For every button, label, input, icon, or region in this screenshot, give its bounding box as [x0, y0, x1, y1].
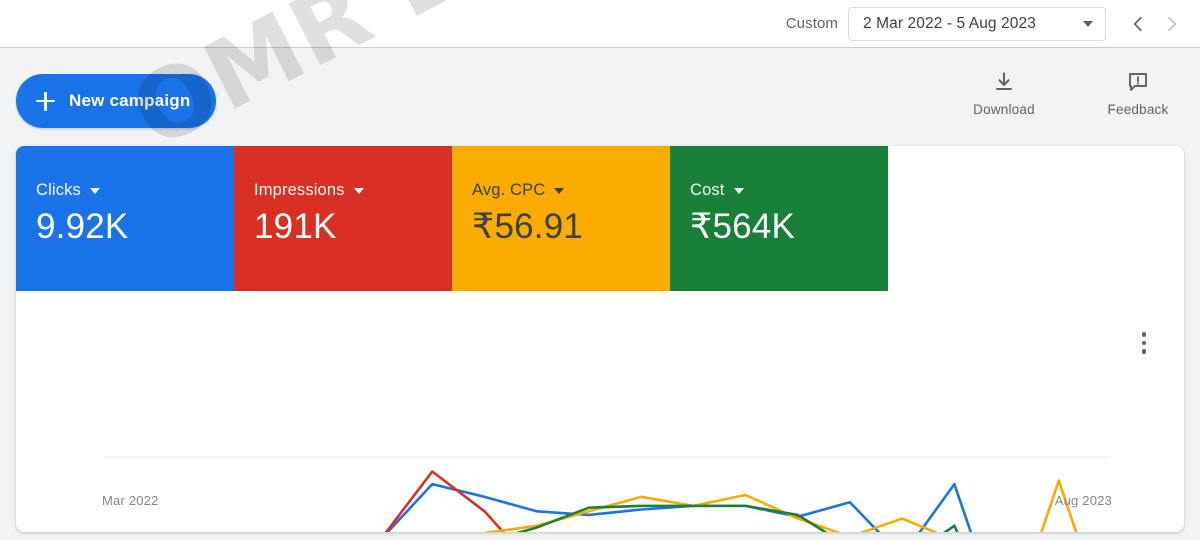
metric-value: 9.92K	[36, 207, 129, 246]
new-campaign-label: New campaign	[69, 91, 191, 110]
download-button[interactable]: Download	[966, 69, 1042, 117]
metric-value: ₹564K	[690, 207, 796, 246]
metric-value: ₹56.91	[472, 207, 584, 246]
metric-header[interactable]: Clicks	[36, 181, 234, 200]
x-axis-end-label: Aug 2023	[1054, 493, 1112, 508]
toolbar-actions: Download Feedback	[966, 69, 1176, 117]
date-range-group: Custom 2 Mar 2022 - 5 Aug 2023	[785, 6, 1186, 41]
metric-card-clicks[interactable]: Clicks 9.92K	[16, 146, 234, 291]
date-range-mode-label: Custom	[785, 15, 838, 32]
metric-cards-row: Clicks 9.92K Impressions 191K Avg. CPC ₹56.91…	[16, 146, 888, 291]
metric-header[interactable]: Impressions	[254, 181, 452, 200]
chevron-down-icon	[89, 187, 100, 194]
metric-header[interactable]: Cost	[690, 181, 888, 200]
chevron-down-icon	[554, 187, 565, 194]
previous-period-button[interactable]	[1124, 10, 1152, 38]
chart-canvas	[104, 456, 1111, 532]
metric-value: 191K	[254, 207, 337, 246]
metric-header[interactable]: Avg. CPC	[472, 181, 670, 200]
metric-name: Clicks	[36, 181, 81, 199]
download-label: Download	[973, 102, 1035, 117]
metric-name: Avg. CPC	[472, 181, 546, 199]
metric-card-impressions[interactable]: Impressions 191K	[234, 146, 452, 291]
feedback-button[interactable]: Feedback	[1100, 69, 1176, 117]
chart-line-impressions	[384, 470, 505, 532]
performance-chart: Mar 2022 Aug 2023	[16, 291, 1184, 532]
chevron-down-icon	[733, 187, 744, 194]
campaign-overview-page: Custom 2 Mar 2022 - 5 Aug 2023 New campa…	[0, 0, 1200, 540]
date-range-selector[interactable]: 2 Mar 2022 - 5 Aug 2023	[848, 6, 1106, 41]
performance-panel: Clicks 9.92K Impressions 191K Avg. CPC ₹56.91…	[16, 146, 1184, 532]
metric-card-avg-cpc[interactable]: Avg. CPC ₹56.91	[452, 146, 670, 291]
chevron-down-icon	[353, 187, 364, 194]
metric-name: Impressions	[254, 181, 345, 199]
chevron-down-icon	[1083, 20, 1093, 27]
feedback-label: Feedback	[1107, 102, 1169, 117]
metric-name: Cost	[690, 181, 725, 199]
plus-icon	[36, 91, 55, 111]
next-period-button[interactable]	[1158, 10, 1186, 38]
new-campaign-button[interactable]: New campaign	[16, 74, 217, 128]
top-header-bar: Custom 2 Mar 2022 - 5 Aug 2023	[0, 0, 1200, 48]
feedback-bubble-icon	[1126, 69, 1150, 95]
x-axis-start-label: Mar 2022	[102, 493, 159, 508]
metric-card-cost[interactable]: Cost ₹564K	[670, 146, 888, 291]
download-icon	[992, 69, 1016, 95]
date-nav-arrows	[1124, 10, 1186, 38]
date-range-value: 2 Mar 2022 - 5 Aug 2023	[863, 14, 1036, 32]
action-toolbar: New campaign Download Feedback	[0, 49, 1200, 145]
